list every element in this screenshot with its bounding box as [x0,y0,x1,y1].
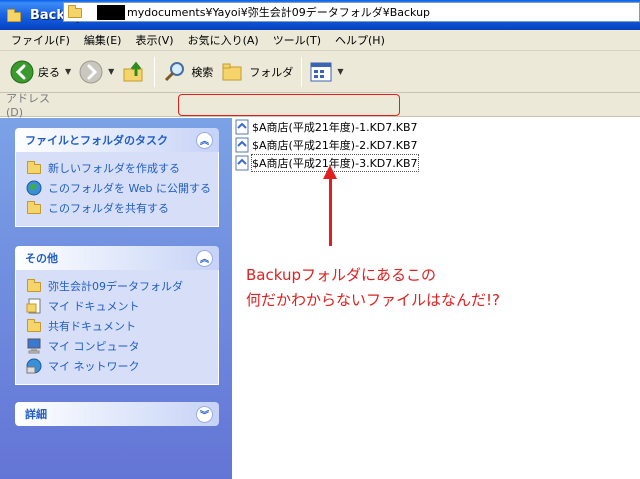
place-shared-documents[interactable]: 共有ドキュメント [26,316,218,336]
new-folder-icon [26,160,42,176]
address-path-prefix: mydocuments¥ [127,5,213,19]
file-name: $A商店(平成21年度)-2.KD7.KB7 [252,138,418,152]
file-icon [235,155,249,170]
menu-bar: ファイル(F) 編集(E) 表示(V) お気に入り(A) ツール(T) ヘルプ(… [0,30,640,51]
collapse-icon[interactable]: ︽ [196,131,213,149]
task-publish-web[interactable]: このフォルダを Web に公開する [26,178,218,198]
toolbar-divider [301,56,303,87]
views-icon [310,62,332,81]
details-panel: 詳細 ︾ [15,402,219,426]
expand-icon[interactable]: ︾ [196,405,213,423]
folders-button[interactable]: フォルダ [217,55,297,89]
folder-icon [6,8,24,22]
task-label: 新しいフォルダを作成する [48,162,180,175]
panel-body: 弥生会計09データフォルダ マイ ドキュメント 共有ドキュメント マイ コンピュ… [15,270,219,385]
annotation-line-2: 何だかわからないファイルはなんだ!? [246,291,500,309]
task-label: このフォルダを Web に公開する [48,182,211,195]
menu-favorites[interactable]: お気に入り(A) [181,32,266,48]
place-yayoi-folder[interactable]: 弥生会計09データフォルダ [26,276,218,296]
annotation-arrow-line [329,176,332,246]
network-icon [26,358,42,374]
menu-help[interactable]: ヘルプ(H) [328,32,392,48]
address-path-highlighted: Yayoi¥弥生会計09データフォルダ¥Backup [212,6,431,19]
folder-icon [67,5,83,19]
chevron-down-icon[interactable]: ▼ [337,67,343,76]
share-folder-icon [26,200,42,216]
menu-view[interactable]: 表示(V) [128,32,180,48]
folder-icon [26,318,42,334]
folder-icon [26,278,42,294]
panel-header[interactable]: 詳細 ︾ [15,402,219,426]
menu-edit[interactable]: 編集(E) [77,32,129,48]
place-label: マイ ネットワーク [48,360,140,373]
up-folder-icon [123,61,143,81]
computer-icon [27,338,41,354]
toolbar: 戻る ▼ ▼ 検索 フォルダ ▼ [0,51,640,93]
task-label: このフォルダを共有する [48,202,169,215]
panel-title: その他 [25,252,58,265]
panel-header[interactable]: ファイルとフォルダのタスク ︽ [15,128,219,152]
place-label: 弥生会計09データフォルダ [48,280,183,293]
annotation-text: Backupフォルダにあるこの 何だかわからないファイルはなんだ!? [246,263,500,313]
search-icon [165,61,185,81]
forward-button[interactable]: ▼ [75,55,118,89]
collapse-icon[interactable]: ︽ [196,249,213,267]
folders-icon [222,63,242,80]
chevron-down-icon[interactable]: ▼ [65,67,71,76]
place-label: 共有ドキュメント [48,320,136,333]
back-arrow-icon [10,60,34,83]
file-item[interactable]: $A商店(平成21年度)-1.KD7.KB7 [234,118,418,135]
search-button[interactable]: 検索 [159,55,217,89]
file-icon [235,137,249,152]
other-places-panel: その他 ︽ 弥生会計09データフォルダ マイ ドキュメント 共有ドキュメント マ… [15,246,219,385]
redacted-path [97,4,125,20]
menu-file[interactable]: ファイル(F) [4,32,77,48]
place-my-computer[interactable]: マイ コンピュータ [26,336,218,356]
back-label: 戻る [38,65,60,79]
search-label: 検索 [191,65,214,79]
globe-icon [26,180,42,196]
file-item[interactable]: $A商店(平成21年度)-2.KD7.KB7 [234,136,418,153]
address-input[interactable]: mydocuments¥ Yayoi¥弥生会計09データフォルダ¥Backup [63,2,640,22]
panel-title: 詳細 [25,408,47,421]
address-highlight-box [178,94,400,116]
toolbar-divider [154,56,156,87]
file-icon [235,119,249,134]
place-label: マイ コンピュータ [48,340,140,353]
place-label: マイ ドキュメント [48,300,140,313]
up-folder-button[interactable] [118,55,150,89]
panel-header[interactable]: その他 ︽ [15,246,219,270]
panel-body: 新しいフォルダを作成する このフォルダを Web に公開する このフォルダを共有… [15,152,219,227]
back-button[interactable]: 戻る ▼ [6,55,75,89]
task-new-folder[interactable]: 新しいフォルダを作成する [26,158,218,178]
views-button[interactable]: ▼ [306,55,347,89]
documents-icon [26,298,41,314]
file-folder-tasks-panel: ファイルとフォルダのタスク ︽ 新しいフォルダを作成する このフォルダを Web… [15,128,219,227]
panel-title: ファイルとフォルダのタスク [25,134,168,147]
chevron-down-icon[interactable]: ▼ [108,67,114,76]
folders-label: フォルダ [249,65,294,79]
forward-arrow-icon [79,60,103,83]
task-share-folder[interactable]: このフォルダを共有する [26,198,218,218]
task-pane: ファイルとフォルダのタスク ︽ 新しいフォルダを作成する このフォルダを Web… [0,118,232,479]
place-my-documents[interactable]: マイ ドキュメント [26,296,218,316]
annotation-line-1: Backupフォルダにあるこの [246,266,436,284]
file-name: $A商店(平成21年度)-1.KD7.KB7 [252,120,418,134]
menu-tools[interactable]: ツール(T) [266,32,328,48]
address-label: アドレス(D) [6,92,50,119]
place-my-network[interactable]: マイ ネットワーク [26,356,218,376]
